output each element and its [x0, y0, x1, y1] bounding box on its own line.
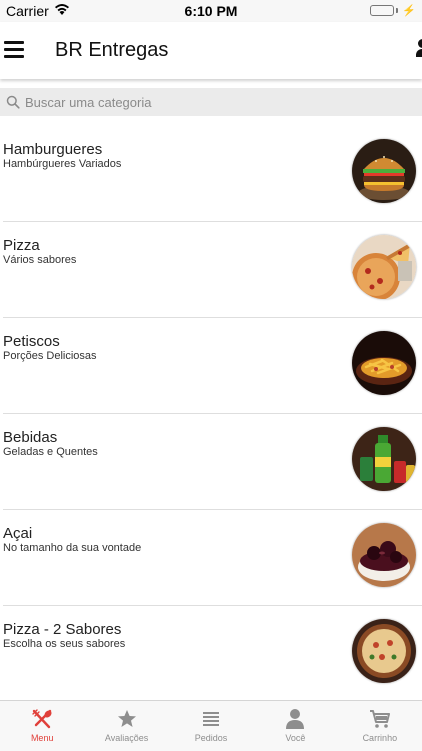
clock: 6:10 PM: [184, 3, 238, 19]
fries-plate-image: [352, 331, 416, 395]
tab-label: Menu: [30, 733, 54, 743]
burger-image: [352, 139, 416, 203]
tab-label: Pedidos: [194, 733, 228, 743]
acai-bowl-image: [352, 523, 416, 587]
pizza-slice-image: [352, 235, 416, 299]
status-bar: Carrier 6:10 PM ⚡: [0, 0, 422, 22]
category-item-acai[interactable]: Açai No tamanho da sua vontade: [3, 510, 422, 606]
category-description: Vários sabores: [3, 254, 77, 266]
tab-label: Carrinho: [362, 733, 398, 743]
search-input[interactable]: [25, 94, 405, 110]
category-name: Açai: [3, 525, 33, 542]
star-icon: [117, 708, 137, 730]
category-item-pizza-2-sabores[interactable]: Pizza - 2 Sabores Escolha os seus sabore…: [3, 606, 422, 702]
person-icon[interactable]: [416, 39, 422, 59]
category-name: Petiscos: [3, 333, 60, 350]
tab-bar: Menu Avaliações Pedidos Você Carrinho: [0, 700, 422, 751]
category-description: Escolha os seus sabores: [3, 638, 126, 650]
cutlery-icon: [31, 708, 53, 730]
category-name: Bebidas: [3, 429, 58, 446]
tab-pedidos[interactable]: Pedidos: [169, 701, 253, 751]
category-description: No tamanho da sua vontade: [3, 542, 142, 554]
app-header: BR Entregas: [0, 22, 422, 79]
tab-carrinho[interactable]: Carrinho: [338, 701, 422, 751]
category-description: Geladas e Quentes: [3, 446, 98, 458]
category-item-pizza[interactable]: Pizza Vários sabores: [3, 222, 422, 318]
category-description: Porções Deliciosas: [3, 350, 97, 362]
hamburger-menu-icon[interactable]: [4, 41, 24, 59]
category-name: Pizza - 2 Sabores: [3, 621, 122, 638]
category-item-bebidas[interactable]: Bebidas Geladas e Quentes: [3, 414, 422, 510]
tab-menu[interactable]: Menu: [0, 701, 84, 751]
category-list: Hamburgueres Hambúrgueres Variados Pizza…: [0, 126, 422, 702]
category-name: Pizza: [3, 237, 40, 254]
tab-voce[interactable]: Você: [253, 701, 337, 751]
battery-icon: ⚡: [370, 4, 416, 17]
person-icon: [285, 708, 305, 730]
drinks-image: [352, 427, 416, 491]
page-title: BR Entregas: [55, 39, 169, 61]
tab-avaliacoes[interactable]: Avaliações: [84, 701, 168, 751]
search-bar[interactable]: [0, 88, 422, 116]
pizza-image: [352, 619, 416, 683]
category-item-hamburgueres[interactable]: Hamburgueres Hambúrgueres Variados: [3, 126, 422, 222]
tab-label: Você: [285, 733, 306, 743]
category-item-petiscos[interactable]: Petiscos Porções Deliciosas: [3, 318, 422, 414]
tab-label: Avaliações: [104, 733, 149, 743]
list-icon: [202, 708, 220, 730]
category-description: Hambúrgueres Variados: [3, 158, 122, 170]
category-name: Hamburgueres: [3, 141, 103, 158]
cart-icon: [369, 708, 391, 730]
search-icon: [6, 95, 20, 109]
